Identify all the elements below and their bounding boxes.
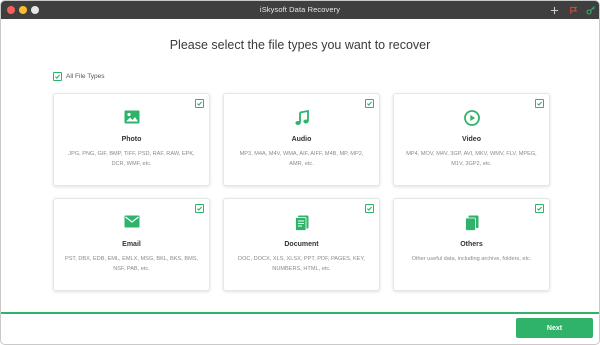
card-title: Others <box>460 241 483 248</box>
flag-icon[interactable] <box>566 3 580 17</box>
card-title: Video <box>462 136 481 143</box>
video-checkbox[interactable] <box>535 99 544 108</box>
envelope-icon <box>54 215 209 231</box>
all-file-types-checkbox[interactable]: All File Types <box>53 72 105 81</box>
card-title: Document <box>284 241 319 248</box>
file-type-card-photo[interactable]: Photo JPG, PNG, GIF, BMP, TIFF, PSD, RAF… <box>53 93 210 186</box>
card-title: Audio <box>291 136 312 143</box>
page-heading: Please select the file types you want to… <box>169 38 431 52</box>
title-bar: iSkysoft Data Recovery <box>1 1 599 19</box>
files-icon <box>394 215 549 231</box>
image-icon <box>54 110 209 126</box>
next-button[interactable]: Next <box>516 318 593 338</box>
file-type-card-email[interactable]: Email PST, DBX, EDB, EML, EMLX, MSG, BKL… <box>53 198 210 291</box>
card-description: DOC, DOCX, XLS, XLSX, PPT, PDF, PAGES, K… <box>238 256 365 272</box>
card-description: MP4, MOV, M4V, 3GP, AVI, MKV, WMV, FLV, … <box>406 151 537 167</box>
checkbox[interactable] <box>53 72 62 81</box>
music-note-icon <box>224 110 379 126</box>
card-description: JPG, PNG, GIF, BMP, TIFF, PSD, RAF, RAW,… <box>68 151 195 167</box>
window-title: iSkysoft Data Recovery <box>259 5 341 14</box>
play-icon <box>394 110 549 126</box>
photo-checkbox[interactable] <box>195 99 204 108</box>
document-icon <box>224 215 379 231</box>
file-type-card-document[interactable]: Document DOC, DOCX, XLS, XLSX, PPT, PDF,… <box>223 198 380 291</box>
file-type-card-audio[interactable]: Audio MP3, M4A, M4V, WMA, AIF, AIFF, M4B… <box>223 93 380 186</box>
key-icon[interactable] <box>584 3 598 17</box>
email-checkbox[interactable] <box>195 204 204 213</box>
file-type-card-others[interactable]: Others Other useful data, including arch… <box>393 198 550 291</box>
card-description: Other useful data, including archive, fo… <box>411 256 532 262</box>
audio-checkbox[interactable] <box>365 99 374 108</box>
document-checkbox[interactable] <box>365 204 374 213</box>
all-file-types-label: All File Types <box>66 73 105 80</box>
card-description: MP3, M4A, M4V, WMA, AIF, AIFF, M4B, MP, … <box>239 151 364 167</box>
file-type-card-video[interactable]: Video MP4, MOV, M4V, 3GP, AVI, MKV, WMV,… <box>393 93 550 186</box>
footer-divider <box>1 312 599 314</box>
card-title: Photo <box>121 136 142 143</box>
others-checkbox[interactable] <box>535 204 544 213</box>
plus-icon[interactable] <box>547 3 561 17</box>
app-window: iSkysoft Data Recovery Please select the… <box>0 0 600 345</box>
card-title: Email <box>122 241 141 248</box>
card-description: PST, DBX, EDB, EML, EMLX, MSG, BKL, BKS,… <box>64 256 199 272</box>
